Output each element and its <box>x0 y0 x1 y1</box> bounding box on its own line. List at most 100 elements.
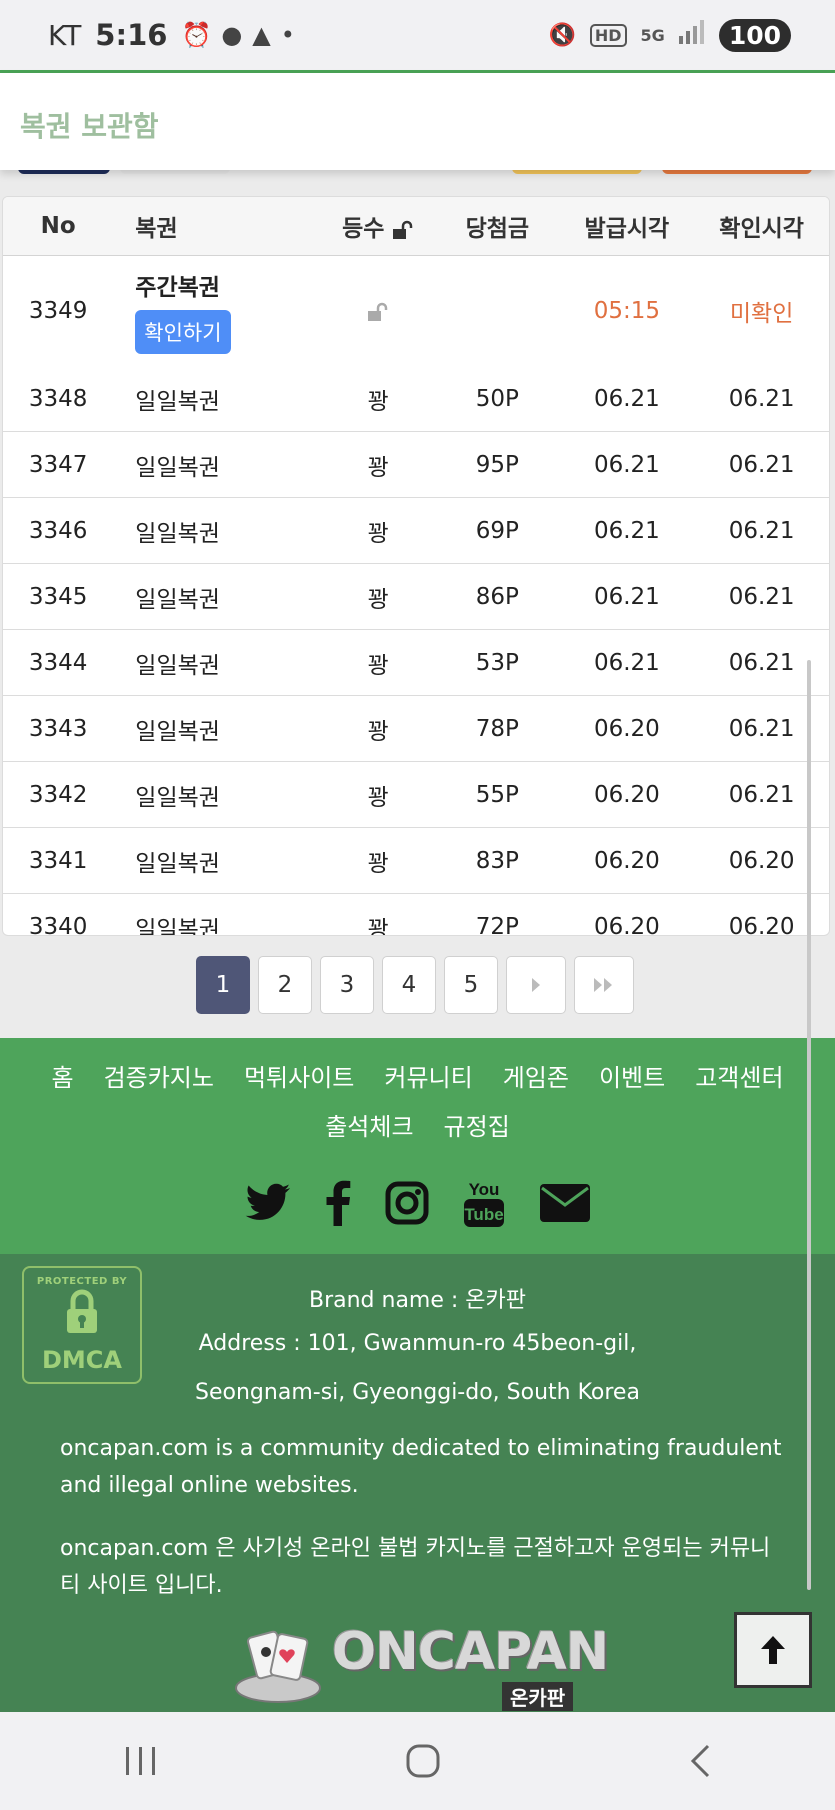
scrollbar[interactable] <box>807 660 811 1590</box>
header-issued: 발급시각 <box>559 197 695 256</box>
table-row: 3345 일일복권 꽝 86P 06.21 06.21 <box>3 563 829 630</box>
row-lottery: 주간복권 확인하기 <box>113 256 321 367</box>
header-rank-label: 등수 <box>342 216 385 242</box>
footer-navigation: 홈 검증카지노 먹튀사이트 커뮤니티 게임존 이벤트 고객센터 출석체크 규정집… <box>0 1038 835 1254</box>
page-button-2[interactable]: 2 <box>258 956 312 1014</box>
signal-icon <box>678 20 705 50</box>
row-no: 3340 <box>28 913 88 936</box>
youtube-icon[interactable]: You Tube <box>463 1178 505 1228</box>
next-page-button[interactable] <box>506 956 566 1014</box>
row-lottery: 일일복권 <box>113 695 322 762</box>
brand-name: Brand name : 온카판 <box>308 1288 527 1313</box>
footer-link-game-zone[interactable]: 게임존 <box>503 1058 569 1093</box>
twitter-icon[interactable] <box>245 1183 291 1223</box>
row-prize: 86P <box>435 563 560 630</box>
status-bar: KT 5:16 ⏰ ● ▲ • 🔇 HD 5G 100 <box>0 0 835 70</box>
header-no: No <box>3 197 114 256</box>
lottery-table: No 복권 등수 당첨금 발급시각 확인시각 3349 주간복권 확인하기 05… <box>3 197 829 936</box>
page-title: 복권 보관함 <box>20 110 159 143</box>
row-prize: 83P <box>435 827 560 894</box>
home-icon[interactable] <box>405 1743 441 1779</box>
footer-link-home[interactable]: 홈 <box>51 1058 73 1093</box>
dot-icon: • <box>280 21 295 49</box>
double-chevron-right-icon <box>594 978 612 992</box>
row-rank: 꽝 <box>321 629 436 696</box>
row-no: 3349 <box>28 298 88 324</box>
table-header-row: No 복권 등수 당첨금 발급시각 확인시각 <box>3 197 829 256</box>
row-rank: 꽝 <box>321 761 436 828</box>
header-rank: 등수 <box>321 197 436 256</box>
clock: 5:16 <box>95 18 168 52</box>
header-lottery: 복권 <box>113 197 322 256</box>
last-page-button[interactable] <box>574 956 634 1014</box>
footer-link-rules[interactable]: 규정집 <box>444 1107 510 1142</box>
row-issued: 06.21 <box>559 629 695 696</box>
row-prize: 53P <box>435 629 560 696</box>
footer-link-scam-sites[interactable]: 먹튀사이트 <box>244 1058 354 1093</box>
recent-apps-icon[interactable] <box>124 1745 158 1777</box>
svg-text:Tube: Tube <box>464 1205 503 1224</box>
oncapan-logo[interactable]: ONCAPAN 온카판 <box>232 1622 609 1711</box>
app-notification-icon: ▲ <box>252 21 271 49</box>
row-no: 3341 <box>3 827 114 894</box>
footer-link-verified-casino[interactable]: 검증카지노 <box>104 1058 214 1093</box>
hd-icon: HD <box>589 23 627 47</box>
footer-info: PROTECTED BY DMCA Brand name : 온카판 Addre… <box>0 1254 835 1712</box>
table-row: 3342 일일복권 꽝 55P 06.20 06.21 <box>3 761 829 828</box>
email-icon[interactable] <box>539 1183 591 1223</box>
row-issued: 06.21 <box>559 563 695 630</box>
social-links: You Tube <box>0 1178 835 1228</box>
row-issued: 05:15 <box>593 298 661 324</box>
footer-link-support[interactable]: 고객센터 <box>695 1058 783 1093</box>
row-no: 3347 <box>3 431 114 498</box>
row-lottery-name: 주간복권 <box>135 275 220 301</box>
table-row: 3341 일일복권 꽝 83P 06.20 06.20 <box>3 827 829 894</box>
confirm-button[interactable]: 확인하기 <box>135 310 231 354</box>
header-checked: 확인시각 <box>694 197 829 256</box>
pagination: 1 2 3 4 5 <box>196 956 634 1014</box>
footer-link-attendance[interactable]: 출석체크 <box>325 1107 413 1142</box>
back-icon[interactable] <box>688 1743 712 1779</box>
page-button-1[interactable]: 1 <box>196 956 250 1014</box>
row-prize: 72P <box>475 913 519 936</box>
arrow-up-icon <box>761 1636 785 1664</box>
row-checked: 06.21 <box>694 431 829 498</box>
row-checked: 06.21 <box>694 563 829 630</box>
row-lottery: 일일복권 <box>113 629 322 696</box>
unlock-icon <box>368 302 388 321</box>
svg-text:You: You <box>468 1180 499 1199</box>
5g-icon: 5G <box>640 25 665 45</box>
table-row: 3349 주간복권 확인하기 05:15 미확인 <box>3 256 829 367</box>
page-button-5[interactable]: 5 <box>444 956 498 1014</box>
row-issued: 06.21 <box>559 497 695 564</box>
row-lottery: 일일복권 <box>113 366 322 432</box>
row-rank: 꽝 <box>321 695 436 762</box>
row-lottery: 일일복권 <box>113 431 322 498</box>
description-korean: oncapan.com 은 사기성 온라인 불법 카지노를 근절하고자 운영되는… <box>60 1536 771 1598</box>
mute-icon: 🔇 <box>548 22 576 48</box>
footer-link-community[interactable]: 커뮤니티 <box>384 1058 472 1093</box>
facebook-icon[interactable] <box>325 1180 351 1226</box>
row-lottery: 일일복권 <box>135 916 220 936</box>
mascot-icon <box>235 1630 321 1703</box>
footer-link-events[interactable]: 이벤트 <box>599 1058 665 1093</box>
row-issued: 06.21 <box>559 431 695 498</box>
app-header: 복권 보관함 <box>0 73 835 170</box>
row-lottery: 일일복권 <box>113 827 322 894</box>
row-prize: 95P <box>435 431 560 498</box>
row-checked: 06.21 <box>694 497 829 564</box>
row-lottery: 일일복권 <box>113 497 322 564</box>
page-button-4[interactable]: 4 <box>382 956 436 1014</box>
page-button-3[interactable]: 3 <box>320 956 374 1014</box>
table-row: 3346 일일복권 꽝 69P 06.21 06.21 <box>3 497 829 564</box>
ball-icon: ● <box>221 21 243 49</box>
row-issued: 06.21 <box>559 366 695 432</box>
row-rank <box>321 256 435 367</box>
row-prize <box>435 256 559 367</box>
instagram-icon[interactable] <box>385 1181 429 1225</box>
scroll-to-top-button[interactable] <box>734 1612 812 1688</box>
system-navigation-bar <box>0 1712 835 1810</box>
alarm-icon: ⏰ <box>181 21 212 49</box>
row-rank: 꽝 <box>321 497 436 564</box>
row-rank: 꽝 <box>321 366 436 432</box>
